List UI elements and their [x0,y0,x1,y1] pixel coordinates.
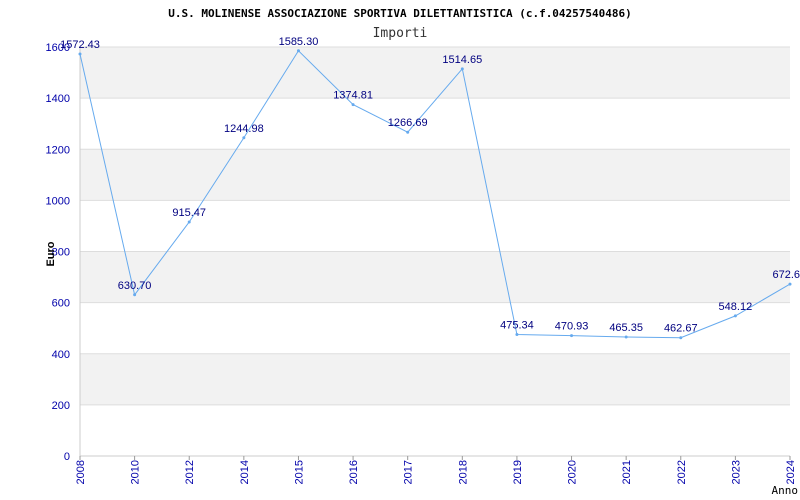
chart-title: U.S. MOLINENSE ASSOCIAZIONE SPORTIVA DIL… [168,7,632,20]
data-point [624,335,628,339]
data-point [406,130,410,134]
data-point [242,136,246,140]
data-point [296,49,300,53]
x-tick-label: 2017 [403,460,415,484]
x-tick-label: 2010 [130,460,142,484]
data-point [788,282,792,286]
data-label: 1514.65 [442,54,482,66]
grid-band [80,149,790,201]
x-tick-label: 2015 [293,460,305,484]
data-point [679,336,683,340]
y-tick-label: 200 [52,400,70,412]
x-tick-label: 2020 [567,460,579,484]
y-tick-label: 1000 [46,195,70,207]
data-label: 475.34 [500,319,534,331]
data-label: 1374.81 [333,90,373,102]
data-label: 465.35 [609,322,643,334]
data-point [133,293,137,297]
data-label: 470.93 [555,321,589,333]
y-tick-label: 0 [64,451,70,463]
y-tick-label: 400 [52,349,70,361]
x-tick-label: 2023 [730,460,742,484]
chart-subtitle: Importi [373,26,428,41]
data-label: 915.47 [172,207,206,219]
x-tick-labels: 2008 2010 2012 2014 2015 2016 2017 2018 2019 2020… [75,456,797,484]
line-chart: 02004006008001000120014001600 2008 2010 20… [45,7,800,497]
y-tick-label: 1200 [46,144,70,156]
x-tick-label: 2024 [785,460,797,484]
x-tick-label: 2014 [239,460,251,484]
data-label: 1585.30 [279,36,319,48]
data-label: 1572.43 [60,39,100,51]
data-point [187,220,191,224]
x-tick-label: 2016 [348,460,360,484]
grid-band [80,47,790,99]
x-axis-label: Anno [772,484,799,497]
grid-band [80,251,790,303]
data-point [351,103,355,107]
x-tick-label: 2022 [676,460,688,484]
y-axis-label: Euro [45,241,57,266]
data-label: 1266.69 [388,117,428,129]
data-point [515,332,519,336]
data-point [733,314,737,318]
data-label: 672.6 [772,269,800,281]
grid-band [80,353,790,405]
data-point [570,334,574,338]
x-tick-label: 2018 [457,460,469,484]
x-tick-label: 2012 [184,460,196,484]
data-point [78,52,82,56]
x-tick-label: 2008 [75,460,87,484]
data-label: 548.12 [719,301,753,313]
y-tick-label: 600 [52,298,70,310]
x-tick-label: 2019 [512,460,524,484]
y-tick-label: 1400 [46,93,70,105]
data-label: 630.70 [118,280,152,292]
data-label: 1244.98 [224,123,264,135]
data-point [460,67,464,71]
x-tick-label: 2021 [621,460,633,484]
data-label: 462.67 [664,323,698,335]
